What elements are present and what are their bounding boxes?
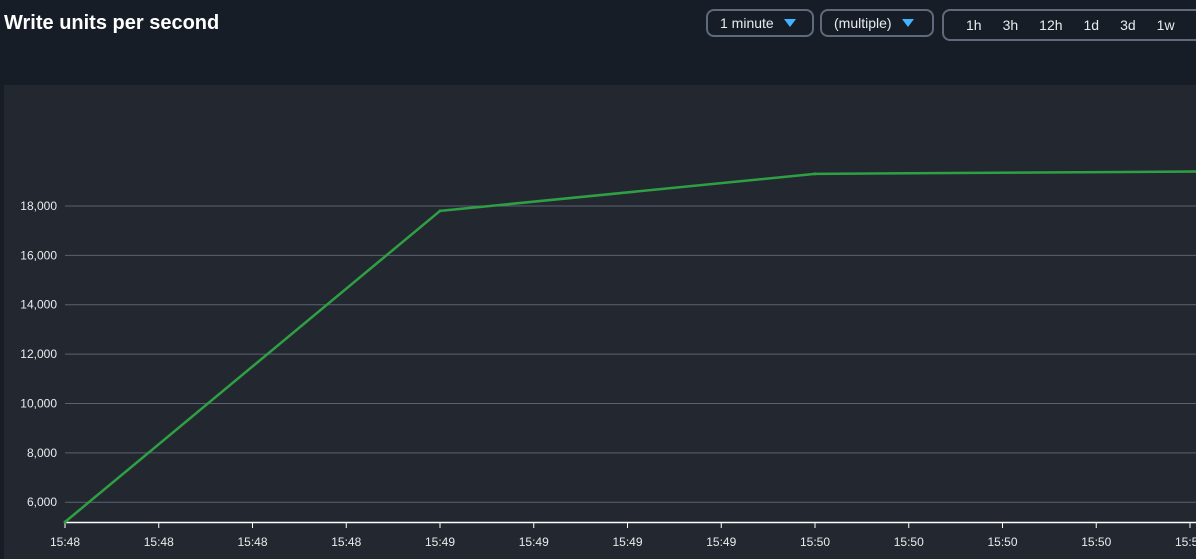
x-tick-label: 15:48	[144, 535, 174, 549]
x-tick-label: 15:49	[706, 535, 736, 549]
y-tick-label: 6,000	[27, 495, 57, 509]
x-tick-label: 15:49	[425, 535, 455, 549]
y-tick-label: 14,000	[20, 298, 57, 312]
x-tick-label: 15:49	[519, 535, 549, 549]
series-line-0	[64, 170, 1196, 523]
line-chart: 6,000 8,000 10,000 12,000 14,000 16,000 18,000…	[20, 170, 1196, 549]
y-tick-label: 12,000	[20, 347, 57, 361]
x-tick-label: 15:48	[237, 535, 267, 549]
x-tick-label: 15:50	[800, 535, 830, 549]
x-tick-label: 15:49	[612, 535, 642, 549]
x-tick-label: 15:48	[331, 535, 361, 549]
y-tick-label: 8,000	[27, 446, 57, 460]
x-tick-label: 15:50	[1175, 535, 1196, 549]
x-tick-label: 15:50	[987, 535, 1017, 549]
y-tick-label: 10,000	[20, 396, 57, 410]
x-tick-label: 15:50	[1081, 535, 1111, 549]
data-point	[63, 520, 67, 524]
x-tick-label: 15:48	[50, 535, 80, 549]
x-tick-label: 15:50	[894, 535, 924, 549]
data-point	[813, 172, 817, 176]
y-tick-label: 16,000	[20, 248, 57, 262]
data-point	[438, 209, 442, 213]
y-tick-label: 18,000	[20, 199, 57, 213]
